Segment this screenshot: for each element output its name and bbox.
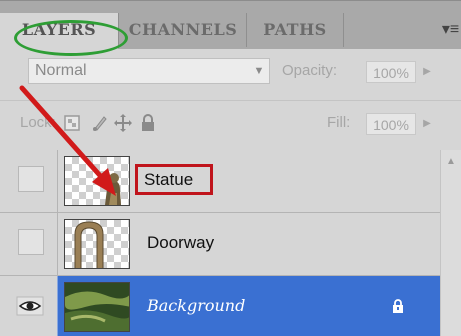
visibility-toggle[interactable]: [18, 229, 44, 255]
panel-menu-icon[interactable]: ▾≡: [440, 13, 461, 47]
layer-thumbnail: [64, 156, 130, 206]
annotation-box: [135, 164, 213, 195]
fill-label: Fill:: [327, 114, 351, 131]
layer-row-doorway[interactable]: Doorway: [0, 213, 440, 276]
blend-options-row: Normal ▼ Opacity: 100% ▶: [0, 48, 461, 101]
lock-label: Lock:: [20, 114, 56, 131]
layer-thumbnail: [64, 219, 130, 269]
blend-mode-value: Normal: [35, 62, 87, 79]
lock-position-icon[interactable]: [113, 113, 133, 133]
fill-field[interactable]: 100%: [366, 113, 416, 135]
lock-all-icon[interactable]: [138, 113, 158, 133]
tab-channels[interactable]: CHANNELS: [118, 13, 247, 47]
layer-name: Background: [147, 296, 246, 315]
layers-scrollbar[interactable]: ▲: [440, 150, 461, 336]
tab-paths[interactable]: PATHS: [246, 13, 344, 47]
opacity-field[interactable]: 100%: [366, 61, 416, 83]
lock-options-row: Lock: Fill: 100% ▶: [0, 100, 461, 151]
opacity-label: Opacity:: [282, 62, 338, 79]
layer-row-background[interactable]: Background: [0, 276, 440, 336]
lock-transparent-icon[interactable]: [62, 113, 82, 133]
scroll-up-icon[interactable]: ▲: [444, 156, 458, 168]
blend-mode-select[interactable]: Normal ▼: [28, 58, 270, 84]
fill-slider-arrow-icon[interactable]: ▶: [420, 114, 434, 134]
lock-image-icon[interactable]: [90, 113, 110, 133]
layer-name: Doorway: [147, 233, 215, 252]
visibility-cell[interactable]: [0, 150, 58, 213]
chevron-down-icon: ▼: [253, 65, 265, 77]
visibility-cell[interactable]: [0, 213, 58, 276]
layers-list: Statue Doorway Background: [0, 150, 461, 336]
opacity-slider-arrow-icon[interactable]: ▶: [420, 62, 434, 82]
visibility-toggle[interactable]: [18, 166, 44, 192]
layers-panel: LAYERS CHANNELS PATHS ▾≡ Normal ▼ Opacit…: [0, 0, 461, 336]
eye-icon[interactable]: [16, 296, 44, 316]
layer-lock-icon: [393, 299, 403, 313]
layer-thumbnail: [64, 282, 130, 332]
visibility-cell[interactable]: [0, 276, 58, 336]
layer-row-statue[interactable]: Statue: [0, 150, 440, 213]
